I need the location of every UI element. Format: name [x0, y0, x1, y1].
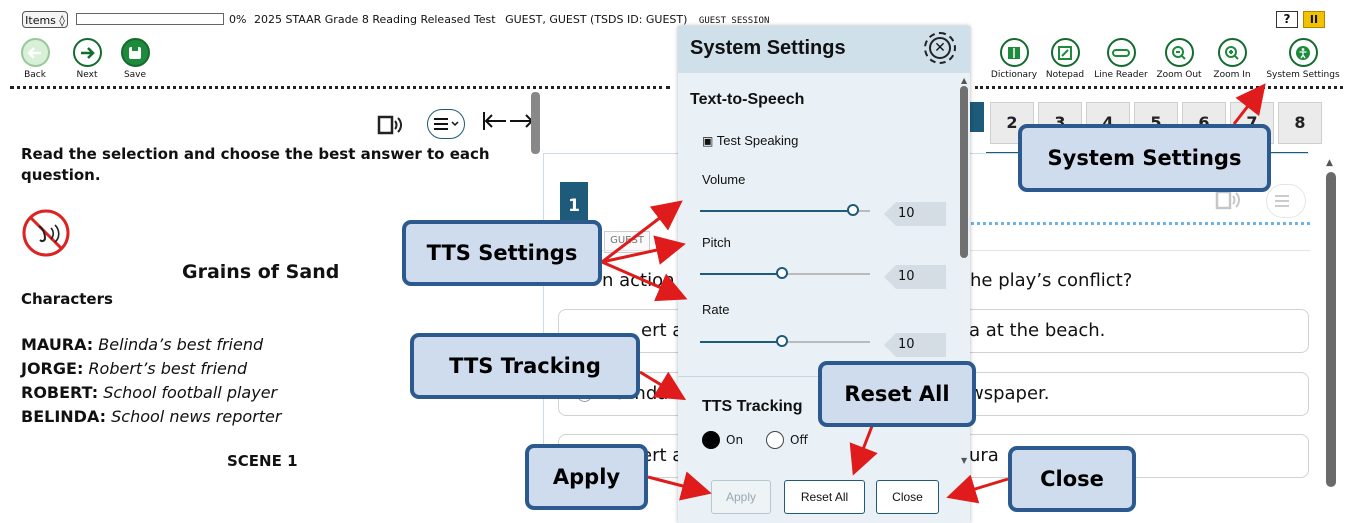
callout-apply: Apply [525, 444, 648, 510]
annotation-arrows [601, 83, 1266, 504]
arrow-to-system-settings [1232, 83, 1266, 125]
arrow-to-close [946, 474, 1009, 504]
arrow-to-tracking [639, 370, 687, 401]
arrow-to-reset [849, 420, 878, 476]
callout-tts-tracking: TTS Tracking [410, 333, 640, 399]
callout-system-settings: System Settings [1018, 124, 1271, 192]
callout-tts-settings: TTS Settings [402, 220, 602, 286]
callout-reset-all: Reset All [818, 361, 976, 427]
arrow-to-rate [601, 260, 688, 302]
callout-close: Close [1008, 446, 1136, 512]
arrow-to-apply [647, 471, 712, 501]
